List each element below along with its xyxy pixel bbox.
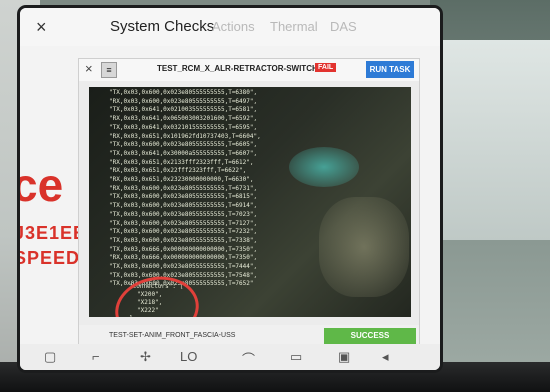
log-line: "TX,0x03,0x600,0x023e80555555555,T=7232"… [109,228,258,236]
log-line: "TX,0x03,0x600,0x023e80555555555,T=6815"… [109,193,258,201]
log-line: "TX,0x03,0x666,0x000000000000000,T=7350"… [109,245,258,253]
log-lines: "TX,0x03,0x600,0x023e80555555555,T=6380"… [109,89,261,289]
run-task-button[interactable]: RUN TASK [366,61,414,78]
seat-heat-icon[interactable]: ▭ [290,349,302,365]
overlay-text-speed: SPEED [20,248,81,268]
log-line: "RX,0x03,0x600,0x023e80555555555,T=6497"… [109,97,258,105]
next-test-label[interactable]: TEST-SET-ANIM_FRONT_FASCIA-USS [109,332,235,339]
volume-icon[interactable]: ◂ [382,349,389,365]
log-line: "TX,0x03,0x641,0x021003555555555,T=6581"… [109,106,258,114]
top-bar: × System Checks Actions Thermal DAS [20,8,440,46]
log-line: "TX,0x03,0x600,0x023e80555555555,T=7127"… [109,219,258,227]
tab-actions[interactable]: Actions [212,19,255,34]
overlay-text-vin: J3E1EB [20,223,88,243]
success-badge: SUCCESS [324,328,416,344]
log-line: "RX,0x03,0x641,0x065003003201600,T=6592"… [109,115,258,123]
defrost-icon[interactable]: ⌒ [242,349,255,368]
log-line: "RX,0x03,0x666,0x000000000000000,T=7350"… [109,254,258,262]
log-line: "TX,0x03,0x600,0x023e80555555555,T=7338"… [109,236,258,244]
overlay-text-mode: ce [20,159,64,211]
tab-thermal[interactable]: Thermal [270,19,318,34]
home-icon[interactable]: ▢ [44,349,56,365]
close-icon[interactable]: × [36,17,47,38]
screen-reflection [319,197,409,297]
log-line: "TX,0x03,0x600,0x023e80555555555,T=7444"… [109,263,258,271]
task-dialog: × ≡ TEST_RCM_X_ALR-RETRACTOR-SWITCH FAIL… [78,58,420,348]
lo-label[interactable]: LO [180,349,197,364]
page-title: System Checks [110,18,215,35]
tab-das[interactable]: DAS [330,19,357,34]
log-output[interactable]: "TX,0x03,0x600,0x023e80555555555,T=6380"… [89,87,411,317]
dialog-header: × ≡ TEST_RCM_X_ALR-RETRACTOR-SWITCH FAIL… [79,59,419,81]
photo-window-panel [430,40,550,240]
screen-glare [289,147,359,187]
tablet-screen: × System Checks Actions Thermal DAS ce +… [20,8,440,370]
log-line: "RX,0x03,0x600,0x023e80555555555,T=6731"… [109,184,258,192]
log-line: "RX,0x03,0x651,0x2133fff2323fff,T=6612", [109,158,254,166]
log-line: "TX,0x03,0x600,0x023e80555555555,T=6380"… [109,89,258,96]
log-line: "RX,0x03,0x651,0x22fff2323fff,T=6622", [109,167,247,175]
dialog-title: TEST_RCM_X_ALR-RETRACTOR-SWITCH [157,64,318,73]
dialog-close-icon[interactable]: × [85,61,93,76]
fail-badge: FAIL [315,63,337,72]
bottom-dock: ▢ ⌐ ✢ LO ⌒ ▭ ▣ ◂ [20,344,440,370]
rear-defrost-icon[interactable]: ▣ [338,349,350,365]
log-line: "TX,0x03,0x600,0x023e80555555555,T=7548"… [109,271,258,279]
log-line: "TX,0x03,0x600,0x023e80555555555,T=6605"… [109,141,258,149]
log-line: "RX,0x03,0x651,0x101962fd10737403,T=6604… [109,132,261,140]
log-line: "RX,0x03,0x651,0x23230000000000,T=6630", [109,176,254,184]
log-line: "TX,0x03,0x641,0x30000a555555555,T=6607"… [109,149,258,157]
log-line: "TX,0x03,0x641,0x032101555555555,T=6595"… [109,123,258,131]
log-line: "TX,0x03,0x600,0x023e80555555555,T=6914"… [109,202,258,210]
wiper-icon[interactable]: ⌐ [92,349,100,364]
menu-icon[interactable]: ≡ [101,62,117,78]
log-line: "TX,0x03,0x600,0x023e80555555555,T=7023"… [109,210,258,218]
fan-icon[interactable]: ✢ [140,349,151,365]
